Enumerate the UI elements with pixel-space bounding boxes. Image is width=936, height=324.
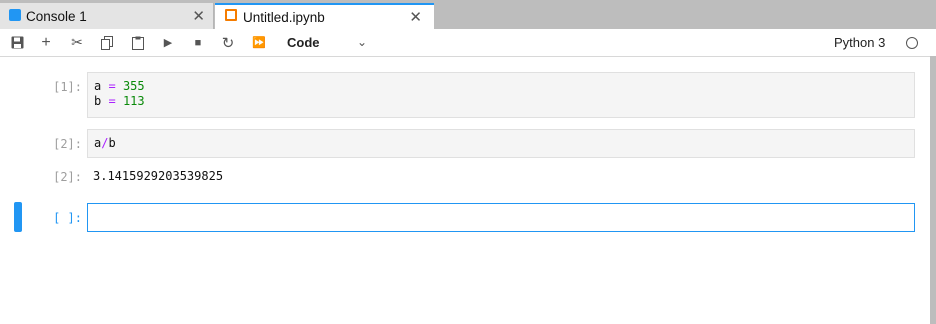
code-number: 113 xyxy=(122,94,145,108)
cut-icon[interactable]: ✂ xyxy=(68,33,86,52)
input-prompt: [ ]: xyxy=(53,211,82,225)
code-number: 355 xyxy=(122,79,145,93)
output-prompt: [2]: xyxy=(53,170,82,184)
code-op: = xyxy=(108,79,116,93)
restart-icon[interactable]: ↻ xyxy=(221,33,235,52)
paste-icon[interactable] xyxy=(130,33,146,52)
terminal-icon xyxy=(9,9,21,21)
code-line: b = 113 xyxy=(94,94,908,109)
code-cell-input[interactable] xyxy=(87,203,915,232)
code-cell[interactable]: a/b xyxy=(87,129,915,158)
save-icon[interactable] xyxy=(9,33,25,52)
tab-label: Console 1 xyxy=(26,8,87,24)
kernel-status-icon xyxy=(906,37,918,49)
close-icon[interactable]: ✕ xyxy=(192,7,205,25)
copy-icon[interactable] xyxy=(99,33,115,52)
code-var: a xyxy=(94,79,102,93)
notebook-toolbar: + ✂ ▶ ■ ↻ ⏩ Code ⌄ Python 3 xyxy=(0,29,936,57)
code-var: b xyxy=(94,94,102,108)
stop-icon[interactable]: ■ xyxy=(191,33,205,52)
input-prompt: [1]: xyxy=(53,80,82,94)
tab-notebook[interactable]: Untitled.ipynb ✕ xyxy=(215,3,434,29)
chevron-down-icon[interactable]: ⌄ xyxy=(357,35,367,49)
tab-console[interactable]: Console 1 ✕ xyxy=(0,3,214,29)
code-line: a = 355 xyxy=(94,79,908,94)
window-edge xyxy=(930,56,936,324)
close-icon[interactable]: ✕ xyxy=(409,8,422,26)
notebook-icon xyxy=(225,9,237,21)
code-var: b xyxy=(108,136,116,150)
cell-output: 3.1415929203539825 xyxy=(93,169,224,183)
input-prompt: [2]: xyxy=(53,137,82,151)
code-cell[interactable]: a = 355 b = 113 xyxy=(87,72,915,118)
tab-bar: Console 1 ✕ Untitled.ipynb ✕ xyxy=(0,0,936,29)
run-icon[interactable]: ▶ xyxy=(161,33,175,52)
tab-label: Untitled.ipynb xyxy=(243,9,325,25)
run-all-icon[interactable]: ⏩ xyxy=(251,33,267,52)
code-op: = xyxy=(108,94,116,108)
kernel-name[interactable]: Python 3 xyxy=(834,35,885,50)
add-cell-icon[interactable]: + xyxy=(38,33,54,52)
cell-type-select[interactable]: Code xyxy=(287,35,320,50)
